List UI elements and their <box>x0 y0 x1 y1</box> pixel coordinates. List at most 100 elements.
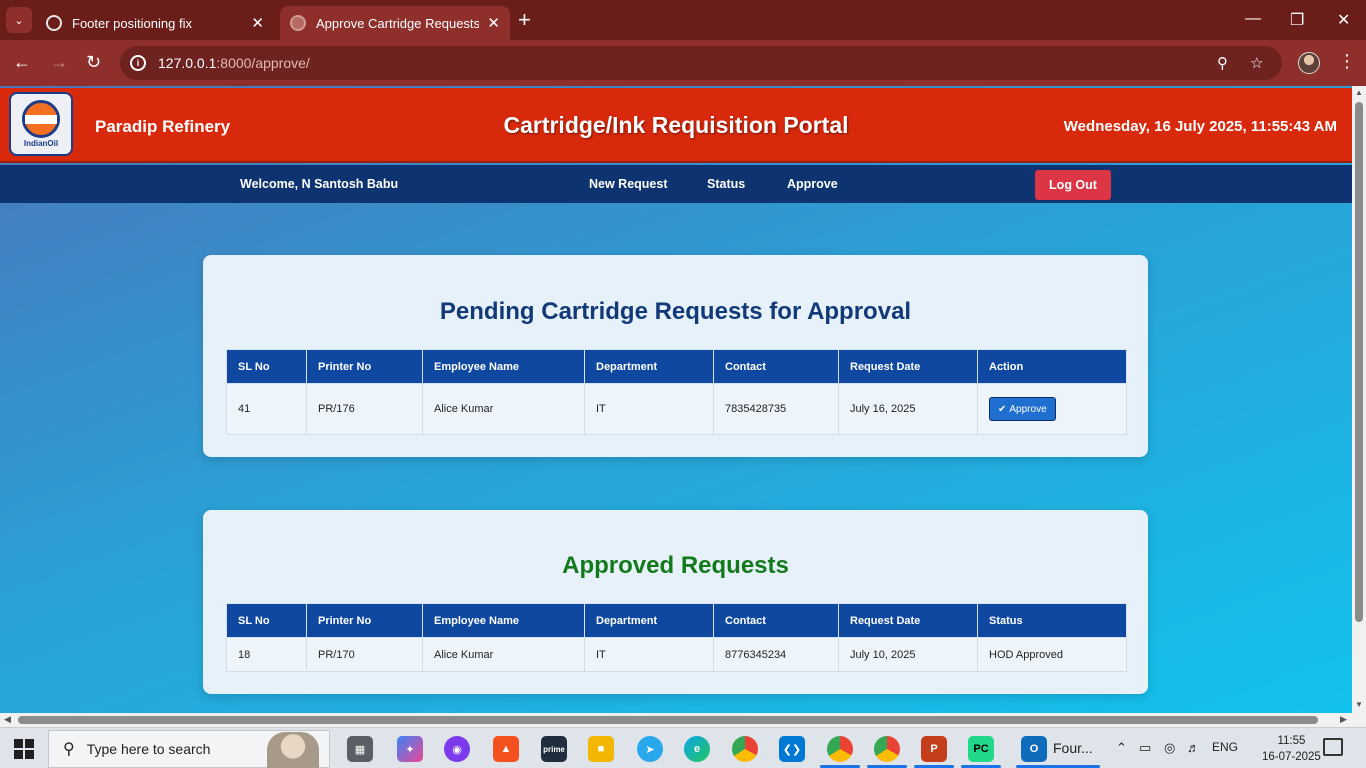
column-header: Action <box>977 349 1127 384</box>
column-header: Printer No <box>306 349 423 384</box>
vscode-icon[interactable]: ❮❯ <box>779 736 805 762</box>
github-desktop-icon[interactable]: ◉ <box>444 736 470 762</box>
table-row: 41 PR/176 Alice Kumar IT 7835428735 July… <box>226 383 1127 435</box>
telegram-icon[interactable]: ➤ <box>637 736 663 762</box>
vertical-scroll-thumb[interactable] <box>1355 102 1363 622</box>
wifi-icon[interactable]: ◎ <box>1164 740 1175 756</box>
browser-tab-footer-fix[interactable]: Footer positioning fix ✕ <box>36 6 274 40</box>
horizontal-scrollbar[interactable]: ◀ ▶ <box>0 713 1366 727</box>
table-row: 18 PR/170 Alice Kumar IT 8776345234 July… <box>226 637 1127 672</box>
notifications-icon[interactable] <box>1323 738 1343 756</box>
url-host: 127.0.0.1 <box>158 55 217 71</box>
taskbar-search-box[interactable]: ⚲ Type here to search <box>48 730 330 768</box>
minimize-icon[interactable]: — <box>1245 10 1261 28</box>
column-header: Contact <box>713 603 839 638</box>
scroll-down-icon[interactable]: ▼ <box>1355 700 1363 709</box>
cell-printer-no: PR/170 <box>306 637 423 672</box>
edge-icon[interactable]: e <box>684 736 710 762</box>
browser-tabstrip: ⌄ Footer positioning fix ✕ Approve Cartr… <box>0 0 1366 40</box>
approved-title: Approved Requests <box>562 552 789 579</box>
table-header-row: SL No Printer No Employee Name Departmen… <box>226 349 1127 384</box>
browser-tab-approve[interactable]: Approve Cartridge Requests ✕ <box>280 6 510 40</box>
volume-icon[interactable]: ♬ <box>1187 740 1200 755</box>
outlook-icon[interactable]: O <box>1021 736 1047 762</box>
forward-arrow-icon[interactable]: → <box>50 52 68 72</box>
close-tab-icon[interactable]: ✕ <box>251 14 264 32</box>
taskbar-clock[interactable]: 11:55 16-07-2025 <box>1262 733 1321 765</box>
copilot-icon[interactable]: ✦ <box>397 736 423 762</box>
file-explorer-icon[interactable]: ■ <box>588 736 614 762</box>
chevron-down-icon: ⌄ <box>14 14 24 27</box>
cell-department: IT <box>584 637 714 672</box>
search-highlight-image <box>267 732 319 768</box>
tab-title: Footer positioning fix <box>72 15 192 31</box>
cell-request-date: July 10, 2025 <box>838 637 978 672</box>
show-hidden-icons-icon[interactable]: ⌃ <box>1116 740 1127 756</box>
new-tab-plus-icon[interactable]: + <box>518 9 531 31</box>
scroll-left-icon[interactable]: ◀ <box>4 714 11 725</box>
scroll-up-icon[interactable]: ▲ <box>1355 88 1363 97</box>
reload-icon[interactable]: ↻ <box>86 52 101 72</box>
site-navbar: Welcome, N Santosh Babu New Request Stat… <box>0 165 1352 203</box>
prime-video-icon[interactable]: prime <box>541 736 567 762</box>
nav-link-new-request[interactable]: New Request <box>589 177 668 191</box>
tab-search-button[interactable]: ⌄ <box>6 7 32 33</box>
logout-button[interactable]: Log Out <box>1035 170 1111 200</box>
nav-link-status[interactable]: Status <box>707 177 745 191</box>
brave-browser-icon[interactable]: ▲ <box>493 736 519 762</box>
column-header: Department <box>584 603 714 638</box>
zoom-icon[interactable]: ⚲ <box>1217 54 1228 72</box>
cell-sl-no: 18 <box>226 637 307 672</box>
pycharm-icon[interactable]: PC <box>968 736 994 762</box>
battery-icon[interactable]: ▭ <box>1139 740 1151 756</box>
task-view-icon[interactable]: ▦ <box>347 736 373 762</box>
cell-printer-no: PR/176 <box>306 383 423 435</box>
page-viewport: IndianOil Paradip Refinery Cartridge/Ink… <box>0 86 1352 713</box>
menu-kebab-icon[interactable]: ⋮ <box>1338 51 1356 72</box>
close-window-icon[interactable]: ✕ <box>1337 10 1350 30</box>
windows-start-icon[interactable] <box>14 739 34 759</box>
chrome-icon[interactable] <box>732 736 758 762</box>
vertical-scrollbar[interactable]: ▲ ▼ <box>1352 86 1366 713</box>
address-bar[interactable]: i 127.0.0.1:8000/approve/ ⚲ ☆ <box>120 46 1282 80</box>
horizontal-scroll-thumb[interactable] <box>18 716 1318 724</box>
column-header: Employee Name <box>422 349 585 384</box>
column-header: Request Date <box>838 603 978 638</box>
cell-contact: 7835428735 <box>713 383 839 435</box>
scroll-right-icon[interactable]: ▶ <box>1340 714 1347 725</box>
nav-link-approve[interactable]: Approve <box>787 177 838 191</box>
cell-sl-no: 41 <box>226 383 307 435</box>
outlook-label[interactable]: Four... <box>1053 740 1093 756</box>
cell-contact: 8776345234 <box>713 637 839 672</box>
site-info-icon[interactable]: i <box>130 55 146 71</box>
column-header: SL No <box>226 603 307 638</box>
table-header-row: SL No Printer No Employee Name Departmen… <box>226 603 1127 638</box>
welcome-text: Welcome, N Santosh Babu <box>240 177 399 191</box>
column-header: Status <box>977 603 1127 638</box>
language-indicator[interactable]: ENG <box>1212 740 1238 754</box>
cell-action: ✔ Approve <box>977 383 1127 435</box>
windows-taskbar: ⚲ Type here to search ▦ ✦ ◉ ▲ prime ■ ➤ … <box>0 727 1366 768</box>
logo-text: IndianOil <box>23 139 59 148</box>
chrome-profile-icon[interactable] <box>827 736 853 762</box>
approved-table: SL No Printer No Employee Name Departmen… <box>226 603 1127 672</box>
close-tab-icon[interactable]: ✕ <box>487 14 500 32</box>
column-header: Employee Name <box>422 603 585 638</box>
approve-button[interactable]: ✔ Approve <box>989 397 1056 421</box>
chrome-second-profile-icon[interactable] <box>874 736 900 762</box>
back-arrow-icon[interactable]: ← <box>13 52 31 72</box>
column-header: Department <box>584 349 714 384</box>
column-header: Printer No <box>306 603 423 638</box>
url-path: :8000/approve/ <box>216 55 310 71</box>
header-datetime: Wednesday, 16 July 2025, 11:55:43 AM <box>1063 118 1337 135</box>
cell-department: IT <box>584 383 714 435</box>
powerpoint-icon[interactable]: P <box>921 736 947 762</box>
browser-toolbar: ← → ↻ i 127.0.0.1:8000/approve/ ⚲ ☆ ⋮ <box>0 40 1366 86</box>
bookmark-star-icon[interactable]: ☆ <box>1250 54 1263 72</box>
column-header: Contact <box>713 349 839 384</box>
restore-icon[interactable]: ❐ <box>1290 10 1304 30</box>
chatgpt-favicon-icon <box>46 15 62 31</box>
search-placeholder: Type here to search <box>86 741 211 757</box>
pending-title: Pending Cartridge Requests for Approval <box>439 298 912 325</box>
profile-avatar[interactable] <box>1298 52 1320 74</box>
